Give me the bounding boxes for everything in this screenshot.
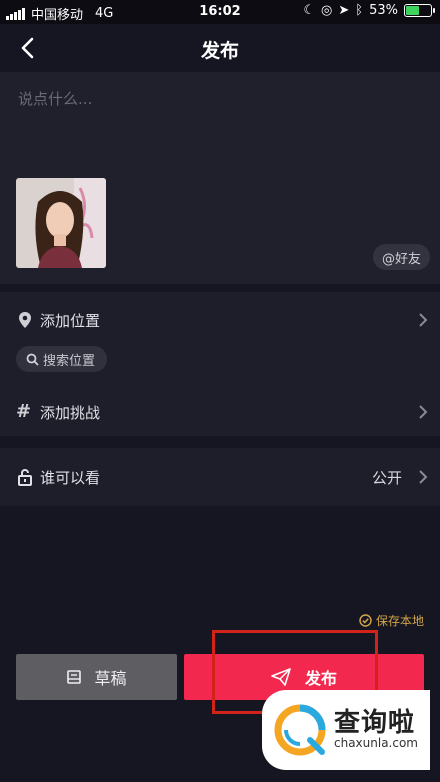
add-location-label: 添加位置	[40, 311, 101, 330]
mention-friend-button[interactable]: @好友	[372, 244, 430, 270]
status-right: ☾ ◎ ➤ ᛒ 53%	[303, 3, 435, 18]
chevron-right-icon	[419, 470, 428, 484]
unlock-icon	[18, 469, 32, 486]
check-circle-icon	[359, 614, 372, 627]
privacy-section: 谁可以看 公开	[0, 448, 440, 506]
moon-icon: ☾	[303, 3, 316, 18]
watermark-site: chaxunla.com	[334, 736, 418, 751]
location-section: 添加位置 搜索位置 # 添加挑战	[0, 292, 440, 436]
chevron-right-icon	[419, 313, 428, 327]
who-can-view-row[interactable]: 谁可以看 公开	[0, 457, 440, 497]
mention-label: @好友	[381, 251, 421, 267]
search-location-chip[interactable]: 搜索位置	[16, 346, 108, 372]
draft-button[interactable]: 草稿	[16, 654, 177, 700]
add-location-row[interactable]: 添加位置	[0, 300, 440, 340]
who-can-view-label: 谁可以看	[40, 468, 101, 487]
nav-bar: 发布	[0, 24, 440, 72]
search-icon	[26, 353, 39, 366]
location-arrow-icon: ➤	[338, 3, 350, 18]
video-thumbnail[interactable]	[16, 178, 106, 268]
save-local-toggle[interactable]: 保存本地	[359, 612, 424, 629]
chevron-right-icon	[419, 405, 428, 419]
watermark: 查询啦 chaxunla.com	[262, 690, 430, 770]
watermark-logo-icon	[274, 704, 326, 756]
add-challenge-label: 添加挑战	[40, 403, 101, 422]
save-local-label: 保存本地	[375, 614, 424, 628]
search-location-label: 搜索位置	[43, 353, 96, 369]
privacy-value: 公开	[371, 468, 402, 487]
bluetooth-icon: ᛒ	[355, 3, 364, 18]
location-pin-icon	[19, 312, 31, 328]
add-challenge-row[interactable]: # 添加挑战	[0, 392, 440, 432]
draft-box-icon	[67, 670, 82, 684]
page-title: 发布	[200, 40, 239, 62]
draft-label: 草稿	[94, 669, 127, 688]
watermark-name: 查询啦	[334, 708, 416, 739]
battery-fill	[406, 6, 419, 15]
caption-input[interactable]: 说点什么...	[18, 88, 92, 109]
thumbnail-image	[16, 178, 106, 268]
rotation-lock-icon: ◎	[321, 3, 333, 18]
caption-area[interactable]: 说点什么... @好友	[0, 72, 440, 284]
battery-icon	[404, 4, 435, 17]
battery-percent: 53%	[369, 3, 398, 18]
hashtag-icon: #	[16, 401, 32, 422]
status-bar: 中国移动 4G 16:02 ☾ ◎ ➤ ᛒ 53%	[0, 0, 440, 24]
